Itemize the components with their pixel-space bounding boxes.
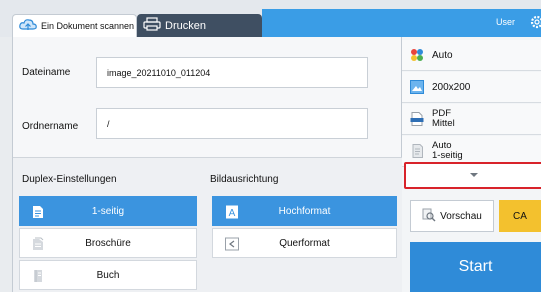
- gear-icon[interactable]: [529, 15, 541, 29]
- duplex-option-label: Buch: [96, 269, 120, 281]
- filename-value: image_20211010_011204: [107, 67, 211, 78]
- tab-scan-label: Ein Dokument scannen: [41, 21, 135, 31]
- duplex-option-book[interactable]: Buch: [19, 260, 197, 290]
- resolution-icon: [410, 80, 424, 94]
- start-button[interactable]: Start: [410, 242, 541, 292]
- orientation-title: Bildausrichtung: [210, 174, 279, 185]
- duplex-option-label: 1-seitig: [91, 205, 125, 217]
- svg-text:A: A: [229, 208, 236, 219]
- header-bar: User: [262, 9, 541, 37]
- preview-button[interactable]: Vorschau: [410, 200, 494, 232]
- duplex-option-label: Broschüre: [85, 237, 131, 249]
- folder-input[interactable]: /: [96, 108, 368, 139]
- orientation-option-portrait[interactable]: A Hochformat: [212, 196, 397, 226]
- resolution-value: 200x200: [432, 81, 471, 93]
- orientation-option-label: Querformat: [279, 237, 330, 249]
- color-mode-value: Auto: [432, 49, 453, 61]
- filename-label: Dateiname: [22, 67, 71, 78]
- printer-icon: [143, 17, 161, 34]
- landscape-icon: [225, 237, 239, 251]
- settings-section: Duplex-Einstellungen Bildausrichtung 1-s…: [13, 157, 403, 292]
- file-format-setting[interactable]: PDF Mittel: [402, 104, 541, 135]
- preview-label: Vorschau: [440, 210, 482, 222]
- color-dots-icon: [410, 48, 424, 62]
- user-label[interactable]: User: [496, 17, 515, 27]
- tab-print[interactable]: Drucken: [137, 14, 262, 37]
- original-sides-value: 1-seitig: [432, 150, 463, 161]
- file-format-icon: [410, 112, 424, 126]
- tab-scan-document[interactable]: Ein Dokument scannen: [12, 14, 137, 37]
- folder-label: Ordnername: [22, 121, 79, 132]
- start-label: Start: [458, 258, 493, 275]
- magnifier-icon: [422, 208, 436, 225]
- original-size-text: Auto 1-seitig: [432, 141, 463, 161]
- orientation-option-landscape[interactable]: Querformat: [212, 228, 397, 258]
- cloud-scan-icon: [19, 18, 37, 34]
- folder-value: /: [107, 118, 110, 129]
- more-settings-button[interactable]: [404, 162, 541, 189]
- clear-all-button[interactable]: CA: [499, 200, 541, 232]
- single-page-icon: [32, 205, 44, 219]
- scan-settings-panel: Dateiname image_20211010_011204 Ordnerna…: [12, 37, 403, 292]
- file-quality-value: Mittel: [432, 118, 455, 129]
- clear-all-label: CA: [513, 210, 527, 222]
- duplex-title: Duplex-Einstellungen: [22, 174, 117, 185]
- original-page-icon: [410, 144, 424, 158]
- book-icon: [32, 269, 44, 283]
- orientation-option-label: Hochformat: [278, 205, 331, 217]
- top-bar: Ein Dokument scannen Drucken User: [0, 0, 541, 37]
- resolution-setting[interactable]: 200x200: [402, 72, 541, 103]
- filename-input[interactable]: image_20211010_011204: [96, 57, 368, 88]
- color-mode-setting[interactable]: Auto: [402, 40, 541, 71]
- file-format-text: PDF Mittel: [432, 109, 455, 129]
- duplex-option-brochure[interactable]: Broschüre: [19, 228, 197, 258]
- chevron-down-icon: [469, 170, 479, 181]
- brochure-icon: [32, 237, 44, 251]
- portrait-icon: A: [225, 205, 239, 219]
- duplex-option-1-sided[interactable]: 1-seitig: [19, 196, 197, 226]
- tab-print-label: Drucken: [165, 19, 206, 32]
- right-quick-settings: Auto 200x200 PDF Mittel Auto 1-seitig Vo…: [402, 37, 541, 292]
